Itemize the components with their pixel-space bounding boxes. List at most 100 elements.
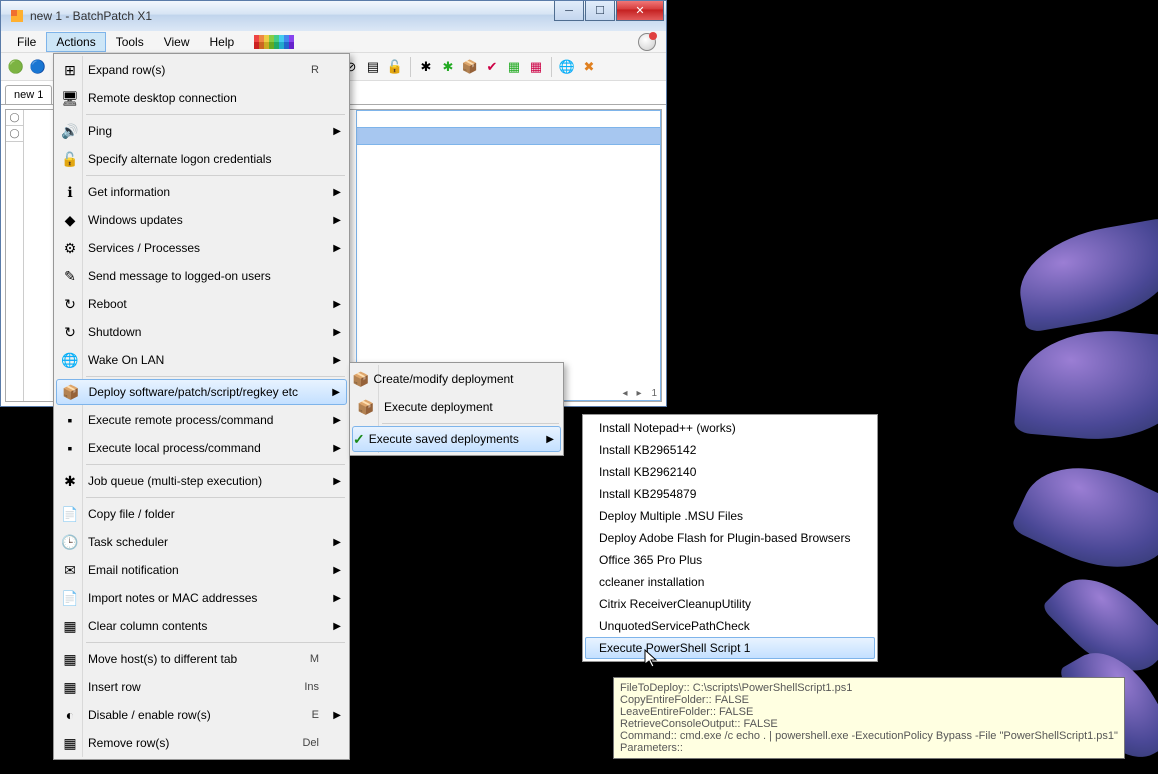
toolbar-icon[interactable]: ▦ [527, 58, 545, 76]
menubar: File Actions Tools View Help [1, 31, 666, 53]
menu-icon: ▪ [56, 440, 84, 456]
menu-item-label: Reboot [84, 297, 329, 311]
deployment-item[interactable]: Office 365 Pro Plus [585, 549, 875, 571]
deployment-item[interactable]: Install KB2954879 [585, 483, 875, 505]
deployment-item[interactable]: UnquotedServicePathCheck [585, 615, 875, 637]
maximize-button[interactable]: ☐ [585, 1, 615, 21]
scroll-left[interactable]: ◂ [619, 387, 631, 399]
toolbar-icon[interactable]: ▤ [364, 58, 382, 76]
menu-view[interactable]: View [154, 32, 200, 52]
menu-item-reboot[interactable]: ↻Reboot▶ [56, 290, 347, 318]
menu-item-shortcut: Del [302, 737, 329, 749]
menu-item-insert-row[interactable]: ▦Insert rowIns [56, 673, 347, 701]
menu-icon: ▦ [56, 735, 84, 752]
minimize-button[interactable]: ─ [554, 1, 584, 21]
menu-item-execute-remote-process-command[interactable]: ▪Execute remote process/command▶ [56, 406, 347, 434]
tab-new1[interactable]: new 1 [5, 85, 52, 104]
toolbar-icon[interactable]: 📦 [461, 58, 479, 76]
menu-item-label: Job queue (multi-step execution) [84, 474, 329, 488]
menu-separator [86, 464, 345, 465]
menu-item-send-message-to-logged-on-users[interactable]: ✎Send message to logged-on users [56, 262, 347, 290]
menu-icon: 📦 [57, 384, 85, 401]
toolbar-icon[interactable]: 🔓 [386, 58, 404, 76]
menu-item-execute-local-process-command[interactable]: ▪Execute local process/command▶ [56, 434, 347, 462]
row-header[interactable]: ◯ [6, 110, 23, 126]
submenu-item-execute-deployment[interactable]: 📦Execute deployment [352, 393, 561, 421]
menu-item-move-host-s-to-different-tab[interactable]: ▦Move host(s) to different tabM [56, 645, 347, 673]
menu-item-label: Import notes or MAC addresses [84, 591, 329, 605]
flower-petal [1014, 323, 1158, 447]
submenu-arrow-icon: ▶ [332, 387, 340, 398]
menu-help[interactable]: Help [200, 32, 245, 52]
toolbar-icon[interactable]: ✔ [483, 58, 501, 76]
submenu-item-label: Execute deployment [380, 400, 543, 414]
menu-item-shortcut: R [311, 64, 329, 76]
menu-item-label: Shutdown [84, 325, 329, 339]
menu-item-services-processes[interactable]: ⚙Services / Processes▶ [56, 234, 347, 262]
menu-icon: ⊞ [56, 62, 84, 79]
menu-file[interactable]: File [7, 32, 46, 52]
menu-icon: ↻ [56, 296, 84, 313]
menu-icon: 📄 [56, 590, 84, 607]
clock-icon[interactable] [638, 33, 656, 51]
menu-item-shutdown[interactable]: ↻Shutdown▶ [56, 318, 347, 346]
window-title: new 1 - BatchPatch X1 [30, 9, 152, 23]
menu-item-wake-on-lan[interactable]: 🌐Wake On LAN▶ [56, 346, 347, 374]
submenu-item-label: Create/modify deployment [369, 372, 543, 386]
menu-item-task-scheduler[interactable]: 🕒Task scheduler▶ [56, 528, 347, 556]
menu-item-disable-enable-row-s[interactable]: ◐Disable / enable row(s)E▶ [56, 701, 347, 729]
toolbar-icon[interactable]: ✖ [580, 58, 598, 76]
toolbar-icon[interactable]: 🟢 [7, 58, 25, 76]
deployment-item[interactable]: Install KB2965142 [585, 439, 875, 461]
toolbar-icon[interactable]: 🌐 [558, 58, 576, 76]
menu-item-remove-row-s[interactable]: ▦Remove row(s)Del [56, 729, 347, 757]
menu-item-job-queue-multi-step-execution[interactable]: ✱Job queue (multi-step execution)▶ [56, 467, 347, 495]
menu-item-windows-updates[interactable]: ◆Windows updates▶ [56, 206, 347, 234]
titlebar[interactable]: new 1 - BatchPatch X1 ─ ☐ ✕ [1, 1, 666, 31]
deployment-item[interactable]: Deploy Multiple .MSU Files [585, 505, 875, 527]
deployment-item[interactable]: Install Notepad++ (works) [585, 417, 875, 439]
toolbar-icon[interactable]: ✱ [417, 58, 435, 76]
menu-item-get-information[interactable]: ℹGet information▶ [56, 178, 347, 206]
submenu-arrow-icon: ▶ [333, 565, 341, 576]
menu-separator [86, 497, 345, 498]
menu-item-label: Task scheduler [84, 535, 329, 549]
submenu-arrow-icon: ▶ [333, 126, 341, 137]
close-button[interactable]: ✕ [616, 1, 664, 21]
menu-item-expand-row-s[interactable]: ⊞Expand row(s) R [56, 56, 347, 84]
color-palette-icon[interactable] [254, 35, 294, 49]
menu-actions[interactable]: Actions [46, 32, 105, 52]
menu-item-deploy-software-patch-script-regkey-etc[interactable]: 📦Deploy software/patch/script/regkey etc… [56, 379, 347, 405]
menu-icon: ↻ [56, 324, 84, 341]
deployment-tooltip: FileToDeploy:: C:\scripts\PowerShellScri… [613, 677, 1125, 759]
menu-icon: 📦 [352, 399, 380, 416]
deployment-item[interactable]: Citrix ReceiverCleanupUtility [585, 593, 875, 615]
submenu-item-create-modify-deployment[interactable]: 📦Create/modify deployment [352, 365, 561, 393]
deployment-item[interactable]: Execute PowerShell Script 1 [585, 637, 875, 659]
toolbar-icon[interactable]: ✱ [439, 58, 457, 76]
menu-item-ping[interactable]: 🔊Ping▶ [56, 117, 347, 145]
menu-item-copy-file-folder[interactable]: 📄Copy file / folder [56, 500, 347, 528]
selected-row[interactable] [357, 127, 660, 145]
page-indicator: 1 [651, 388, 657, 399]
menu-item-shortcut: E [312, 709, 329, 721]
deployment-item[interactable]: Deploy Adobe Flash for Plugin-based Brow… [585, 527, 875, 549]
deployment-item[interactable]: Install KB2962140 [585, 461, 875, 483]
menu-tools[interactable]: Tools [106, 32, 154, 52]
row-header[interactable]: ◯ [6, 126, 23, 142]
toolbar-icon[interactable]: 🔵 [29, 58, 47, 76]
scroll-right[interactable]: ▸ [633, 387, 645, 399]
menu-item-import-notes-or-mac-addresses[interactable]: 📄Import notes or MAC addresses▶ [56, 584, 347, 612]
deployment-item[interactable]: ccleaner installation [585, 571, 875, 593]
tooltip-line: Command:: cmd.exe /c echo . | powershell… [620, 730, 1118, 742]
menu-item-specify-alternate-logon-credentials[interactable]: 🔓Specify alternate logon credentials [56, 145, 347, 173]
flower-petal [1010, 443, 1158, 592]
menu-item-label: Copy file / folder [84, 507, 329, 521]
toolbar-icon[interactable]: ▦ [505, 58, 523, 76]
menu-item-clear-column-contents[interactable]: ▦Clear column contents▶ [56, 612, 347, 640]
submenu-arrow-icon: ▶ [333, 710, 341, 721]
menu-item-remote-desktop-connection[interactable]: 🖥Remote desktop connection [56, 84, 347, 112]
menu-item-email-notification[interactable]: ✉Email notification▶ [56, 556, 347, 584]
submenu-item-execute-saved-deployments[interactable]: ✓Execute saved deployments▶ [352, 426, 561, 452]
menu-separator [382, 423, 559, 424]
